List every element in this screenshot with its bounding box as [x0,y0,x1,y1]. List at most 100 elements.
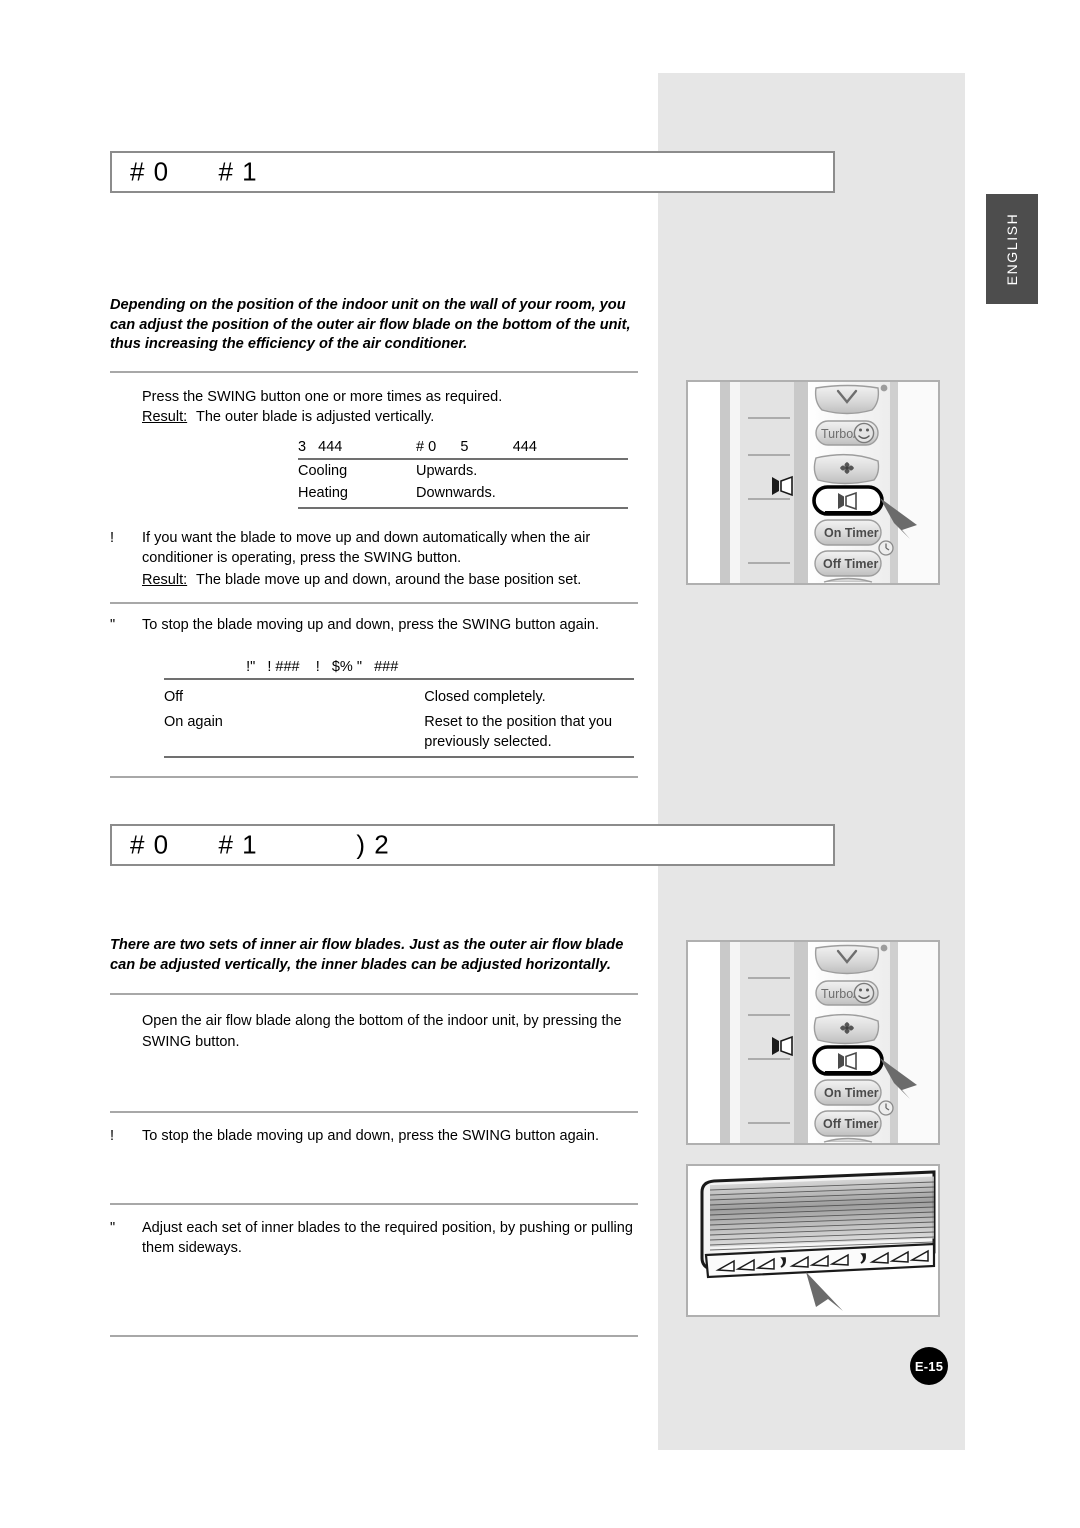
off-timer-button[interactable]: Off Timer [814,1110,882,1137]
remote-edge-left [688,942,720,1143]
swing-table-r1c1: Downwards. [416,481,628,509]
section-2-intro: There are two sets of inner air flow bla… [110,937,624,973]
manual-page: ENGLISH # 0 # 1 Depending on the positio… [0,0,1080,1528]
table-header-row: !" ! ### ! $% " ### [164,657,634,680]
step-6-text: Adjust each set of inner blades to the r… [142,1219,633,1257]
smiley-face-icon [853,422,875,444]
section-heading-2-text: # 0 # 1 ) 2 [130,829,390,860]
divider [110,370,638,373]
step-4-text: Open the air flow blade along the bottom… [142,1013,622,1050]
swing-button[interactable] [812,1045,884,1076]
step-5-text: To stop the blade moving up and down, pr… [142,1128,600,1144]
divider [110,1202,638,1205]
indoor-unit-illustration [686,1164,940,1317]
fan-speed-button[interactable] [813,1013,880,1045]
clock-icon [878,1100,894,1116]
remote-seam-1 [720,382,730,583]
remote-control-illustration-1: Turbo/ On Timer Off Timer [686,380,940,585]
power-table-r1c0: On again [164,707,425,758]
table-header-row: 3 444 # 0 5 444 [298,437,628,460]
step-3-number: " [110,617,116,633]
divider [110,602,638,604]
clock-icon [878,540,894,556]
section-heading-1-text: # 0 # 1 [130,156,258,187]
turbo-button[interactable]: Turbo/ [815,980,879,1006]
swing-direction-table: 3 444 # 0 5 444 Cooling Upwards. Heating… [298,437,628,509]
on-timer-label: On Timer [824,1086,879,1100]
step-4: Open the air flow blade along the bottom… [110,1011,638,1052]
off-timer-button[interactable]: Off Timer [814,550,882,577]
step-3: " To stop the blade moving up and down, … [110,615,638,636]
step-2-result: Result: The blade move up and down, arou… [142,570,638,591]
section-heading-2: # 0 # 1 ) 2 [110,824,835,866]
remote-edge-right [898,942,938,1143]
step-1-body: Press the SWING button one or more times… [142,387,638,428]
off-timer-label: Off Timer [823,1117,878,1131]
off-timer-label: Off Timer [823,557,878,571]
section-2-content: There are two sets of inner air flow bla… [110,936,638,1337]
swing-table-r0c0: Cooling [298,462,348,479]
smiley-face-icon [853,982,875,1004]
swing-button[interactable] [812,485,884,516]
on-timer-button[interactable]: On Timer [814,1079,882,1106]
step-2: ! If you want the blade to move up and d… [110,528,638,591]
remote-seam-2 [730,382,740,583]
led-indicator-icon [880,384,888,392]
table-row: On again Reset to the position that you … [164,707,634,758]
temp-down-button[interactable] [814,944,880,975]
step-1-text: Press the SWING button one or more times… [142,388,503,405]
on-timer-button[interactable]: On Timer [814,519,882,546]
step-6: " Adjust each set of inner blades to the… [110,1218,638,1259]
remote-control-illustration-2: Turbo/ On Timer Off Timer [686,940,940,1145]
inner-blades-arrow [806,1272,843,1311]
section-1-intro: Depending on the position of the indoor … [110,297,631,352]
table-row: Heating Downwards. [298,481,628,509]
step-3-body: To stop the blade moving up and down, pr… [142,615,638,636]
step-2-number: ! [110,529,115,546]
power-table-r0c1: Closed completely. [424,688,546,705]
section-1-content: Depending on the position of the indoor … [110,296,638,778]
swing-table-header-1: 3 444 [298,437,416,460]
step-1-result-label: Result: [142,409,188,425]
page-number-badge: E-15 [910,1347,948,1385]
divider [110,775,638,778]
step-6-body: Adjust each set of inner blades to the r… [142,1218,638,1259]
language-tab-english: ENGLISH [986,194,1038,304]
swing-table-r1c0: Heating [298,481,416,509]
power-table-r1c1: Reset to the position that you previousl… [424,707,634,758]
step-4-body: Open the air flow blade along the bottom… [142,1011,638,1052]
section-heading-1: # 0 # 1 [110,151,835,193]
step-1-result-text: The outer blade is adjusted vertically. [196,409,435,425]
step-2-result-label: Result: [142,571,188,588]
power-table-header-1: !" ! ### ! $% " ### [164,657,425,680]
on-timer-label: On Timer [824,526,879,540]
turbo-button-label: Turbo/ [821,987,857,1001]
language-tab-label: ENGLISH [1004,212,1020,286]
power-table-header-2 [424,657,634,680]
divider [110,993,638,995]
remote-seam-1 [720,942,730,1143]
step-1-result: Result: The outer blade is adjusted vert… [142,407,638,428]
step-2-body: If you want the blade to move up and dow… [142,528,638,591]
fan-speed-button[interactable] [813,453,880,485]
indoor-unit-grill [709,1176,935,1251]
remote-seam-2 [730,942,740,1143]
turbo-button-label: Turbo/ [821,427,857,441]
swing-blade-icon [838,491,857,511]
step-5-number: ! [110,1128,115,1144]
step-3-text: To stop the blade moving up and down, pr… [142,617,600,633]
remote-control-svg: Turbo/ On Timer Off Timer [688,382,938,583]
divider [110,1334,638,1337]
turbo-button[interactable]: Turbo/ [815,420,879,446]
step-2-text: If you want the blade to move up and dow… [142,529,591,567]
indoor-unit-svg [700,1170,936,1311]
temp-down-button[interactable] [814,384,880,415]
remote-edge-left [688,382,720,583]
swing-blade-icon [838,1051,857,1071]
power-table-r0c0: Off [164,688,184,705]
swing-table-header-2: # 0 5 444 [416,437,628,460]
table-row: Cooling Upwards. [298,459,628,482]
remote-seam-3 [794,382,808,583]
step-5: ! To stop the blade moving up and down, … [110,1126,638,1147]
table-row: Off Closed completely. [164,679,634,708]
